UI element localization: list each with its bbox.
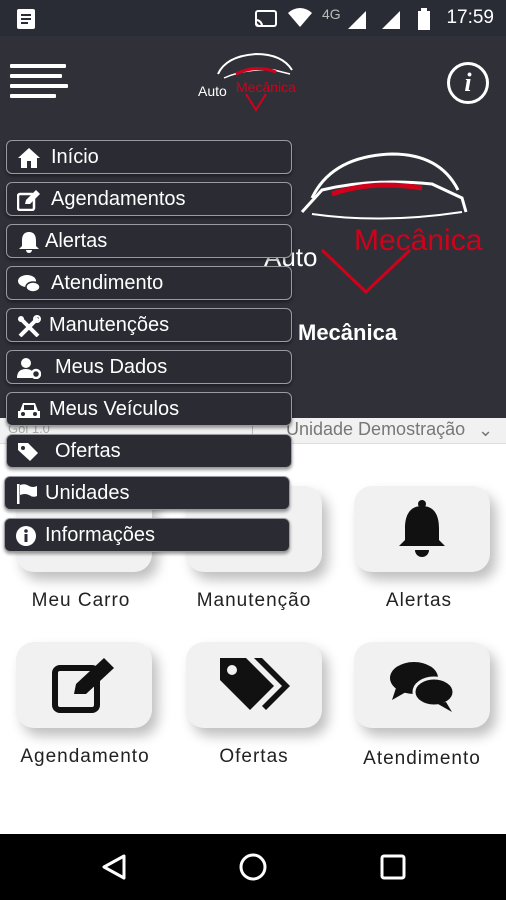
info-icon	[16, 526, 36, 546]
grid-label-manutencao: Manutenção	[196, 590, 312, 611]
menu-label: Atendimento	[51, 272, 164, 294]
menu-label: Ofertas	[55, 440, 121, 462]
signal-icon-2	[382, 11, 400, 29]
tags-icon	[18, 443, 38, 461]
info-button[interactable]: i	[447, 62, 489, 104]
user-gear-icon	[17, 358, 41, 379]
flag-icon	[17, 484, 37, 504]
system-nav-bar	[0, 834, 506, 900]
menu-item-meus-dados[interactable]: Meus Dados	[6, 350, 292, 384]
menu-item-atendimento[interactable]: Atendimento	[6, 266, 292, 300]
menu-item-informacoes[interactable]: Informações	[4, 518, 290, 552]
menu-item-alertas[interactable]: Alertas	[6, 224, 292, 258]
grid-label-alertas: Alertas	[385, 590, 453, 611]
grid-label-agendamento: Agendamento	[20, 746, 150, 767]
menu-item-meus-veiculos[interactable]: Meus Veículos	[6, 392, 292, 426]
recents-icon[interactable]	[380, 854, 406, 880]
bell-icon	[19, 232, 39, 253]
chat-icon	[18, 275, 41, 293]
grid-card-ofertas[interactable]	[186, 642, 322, 728]
menu-label: Manutenções	[49, 314, 170, 336]
menu-label: Informações	[45, 524, 156, 546]
battery-icon	[418, 8, 430, 30]
hero-logo: Auto Mecânica	[264, 152, 483, 295]
edit-icon	[17, 190, 40, 211]
bell-icon	[399, 500, 445, 557]
menu-item-inicio[interactable]: Início	[6, 140, 292, 174]
svg-text:Mecânica: Mecânica	[236, 79, 296, 95]
home-icon[interactable]	[238, 852, 268, 882]
edit-icon	[52, 658, 114, 713]
app-logo: Auto Mecânica	[198, 52, 296, 112]
menu-item-manutencoes[interactable]: Manutenções	[6, 308, 292, 342]
car-icon	[18, 403, 40, 418]
grid-label-meu-carro: Meu Carro	[31, 590, 131, 611]
menu-label: Meus Veículos	[49, 398, 180, 420]
wifi-icon	[288, 8, 312, 27]
back-icon[interactable]	[100, 853, 128, 881]
menu-label: Agendamentos	[51, 188, 186, 210]
tools-icon	[18, 315, 41, 337]
chat-icon	[390, 662, 456, 712]
menu-label: Meus Dados	[55, 356, 168, 378]
cast-icon	[255, 10, 277, 27]
menu-label: Unidades	[45, 482, 130, 504]
menu-item-ofertas[interactable]: Ofertas	[6, 434, 292, 468]
menu-button[interactable]	[10, 64, 68, 100]
status-bar: 4G 17:59	[0, 0, 506, 36]
signal-icon	[348, 11, 366, 29]
menu-label: Início	[51, 146, 99, 168]
network-type: 4G	[322, 6, 341, 22]
notification-icon	[17, 9, 35, 29]
clock: 17:59	[446, 7, 494, 28]
svg-text:Mecânica: Mecânica	[354, 224, 483, 257]
tags-icon	[220, 658, 290, 710]
grid-label-atendimento: Atendimento	[363, 748, 481, 769]
brand-title: Mecânica	[298, 320, 398, 345]
grid-card-agendamento[interactable]	[16, 642, 152, 728]
menu-item-unidades[interactable]: Unidades	[4, 476, 290, 510]
grid-card-atendimento[interactable]	[354, 642, 490, 728]
unit-selected: Unidade Demostração	[286, 419, 466, 439]
grid-card-alertas[interactable]	[354, 486, 490, 572]
chevron-down-icon: ⌄	[478, 420, 494, 440]
svg-text:Auto: Auto	[198, 83, 227, 99]
home-icon	[18, 148, 40, 168]
menu-label: Alertas	[45, 230, 108, 252]
grid-label-ofertas: Ofertas	[219, 746, 289, 767]
menu-item-agendamentos[interactable]: Agendamentos	[6, 182, 292, 216]
